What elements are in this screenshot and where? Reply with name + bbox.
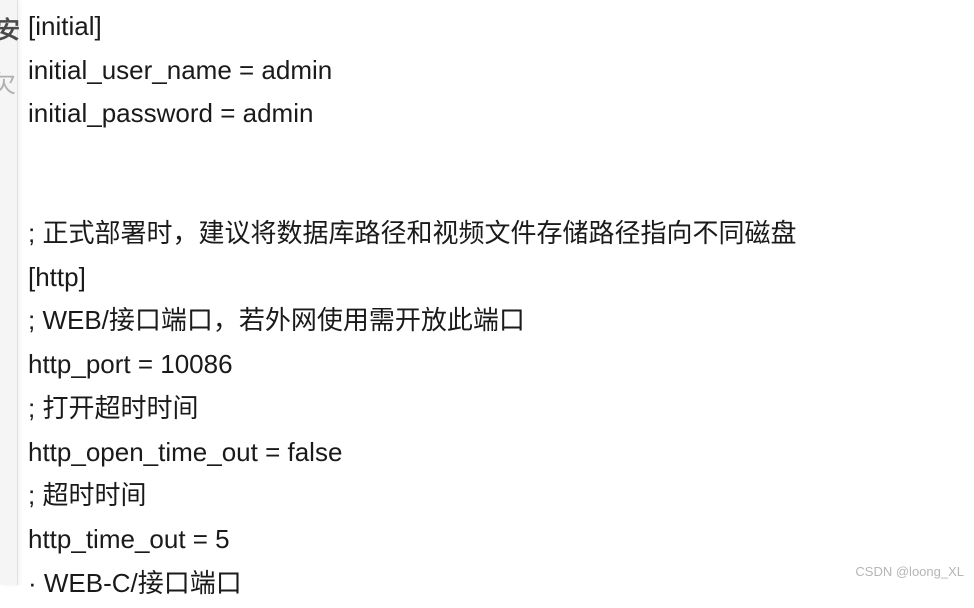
sidebar-fragment: 安 欠: [0, 0, 18, 585]
sidebar-cutoff-text-2: 欠: [0, 64, 16, 99]
config-comment-line: ; 超时时间: [28, 477, 974, 515]
config-comment-line: ; WEB/接口端口，若外网使用需开放此端口: [28, 302, 974, 340]
config-line: initial_user_name = admin: [28, 52, 974, 90]
config-line-cutoff: · WEB-C/接口端口: [28, 565, 974, 603]
config-line: http_open_time_out = false: [28, 434, 974, 472]
config-section-line: [http]: [28, 259, 974, 297]
config-comment-line: ; 正式部署时，建议将数据库路径和视频文件存储路径指向不同磁盘: [28, 215, 974, 253]
watermark-text: CSDN @loong_XL: [855, 564, 964, 579]
config-line: http_time_out = 5: [28, 521, 974, 559]
config-line: initial_password = admin: [28, 95, 974, 133]
config-line: [initial]: [28, 8, 974, 46]
sidebar-cutoff-text-1: 安: [0, 10, 20, 45]
config-comment-line: ; 打开超时时间: [28, 390, 974, 428]
blank-line: [28, 139, 974, 177]
config-file-content: [initial] initial_user_name = admin init…: [28, 8, 974, 608]
blank-line: [28, 177, 974, 215]
config-line: http_port = 10086: [28, 346, 974, 384]
